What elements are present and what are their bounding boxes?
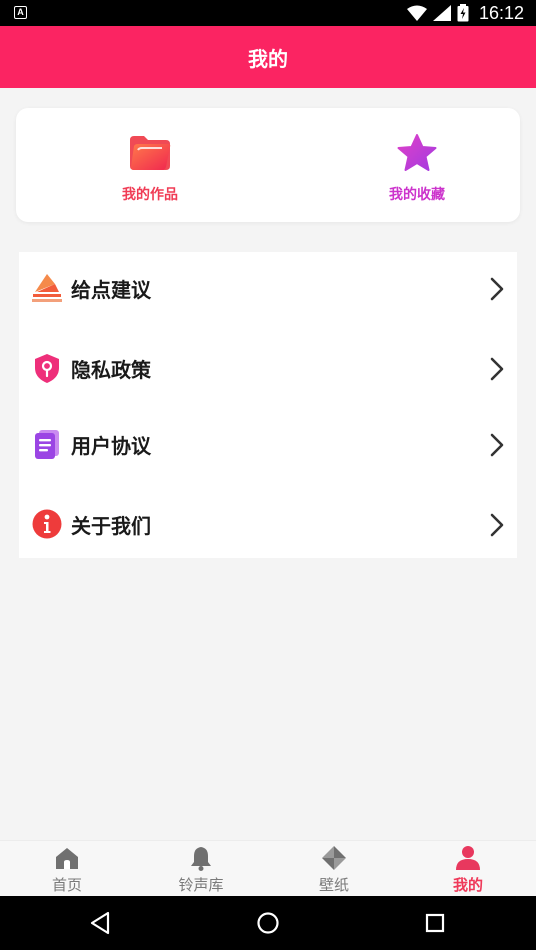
chevron-right-icon [490,513,504,537]
menu-item-feedback[interactable]: 给点建议 [19,258,517,318]
chevron-right-icon [490,277,504,301]
my-favorites-label: 我的收藏 [389,187,445,203]
status-bar: A 16:12 [0,0,536,26]
app-bar: 我的 [0,26,536,88]
quick-actions-card: 我的作品 我的收藏 [16,108,520,222]
recents-icon[interactable] [420,908,450,938]
menu-item-label: 用户协议 [71,433,151,458]
notification-a-icon: A [14,6,27,19]
tab-label: 铃声库 [178,876,224,894]
tab-mine[interactable]: 我的 [428,845,508,895]
star-icon [397,134,437,171]
bell-icon [191,847,211,871]
person-icon [456,846,480,870]
menu-item-label: 隐私政策 [71,357,151,382]
menu-item-label: 给点建议 [71,277,151,302]
settings-menu: 给点建议 隐私政策 用户协议 关于我们 [19,252,517,558]
feedback-icon [32,274,62,302]
menu-item-label: 关于我们 [71,513,151,538]
tab-ringtones[interactable]: 铃声库 [161,845,241,895]
tab-home[interactable]: 首页 [27,845,107,895]
info-icon [32,509,62,539]
chevron-right-icon [490,433,504,457]
my-works-button[interactable]: 我的作品 [90,134,210,204]
chevron-right-icon [490,357,504,381]
signal-icon [432,5,451,21]
page-title: 我的 [248,46,288,71]
home-icon [56,848,78,869]
my-works-label: 我的作品 [122,187,178,203]
document-icon [35,430,59,459]
back-icon[interactable] [86,908,116,938]
menu-item-user-agreement[interactable]: 用户协议 [19,414,517,474]
menu-item-privacy-policy[interactable]: 隐私政策 [19,338,517,398]
menu-item-about-us[interactable]: 关于我们 [19,494,517,554]
tab-label: 首页 [51,876,82,894]
status-time: 16:12 [478,2,524,23]
wallpaper-icon [322,846,346,870]
folder-icon [130,136,171,170]
home-nav-icon[interactable] [253,908,283,938]
my-favorites-button[interactable]: 我的收藏 [357,134,477,204]
wifi-icon [406,5,427,21]
tab-label: 我的 [452,876,483,894]
tab-label: 壁纸 [318,876,349,894]
system-nav-bar [0,896,536,950]
shield-icon [35,354,59,383]
tab-wallpapers[interactable]: 壁纸 [294,845,374,895]
bottom-tab-bar: 首页 铃声库 壁纸 我的 [0,840,536,896]
battery-icon [457,4,469,22]
